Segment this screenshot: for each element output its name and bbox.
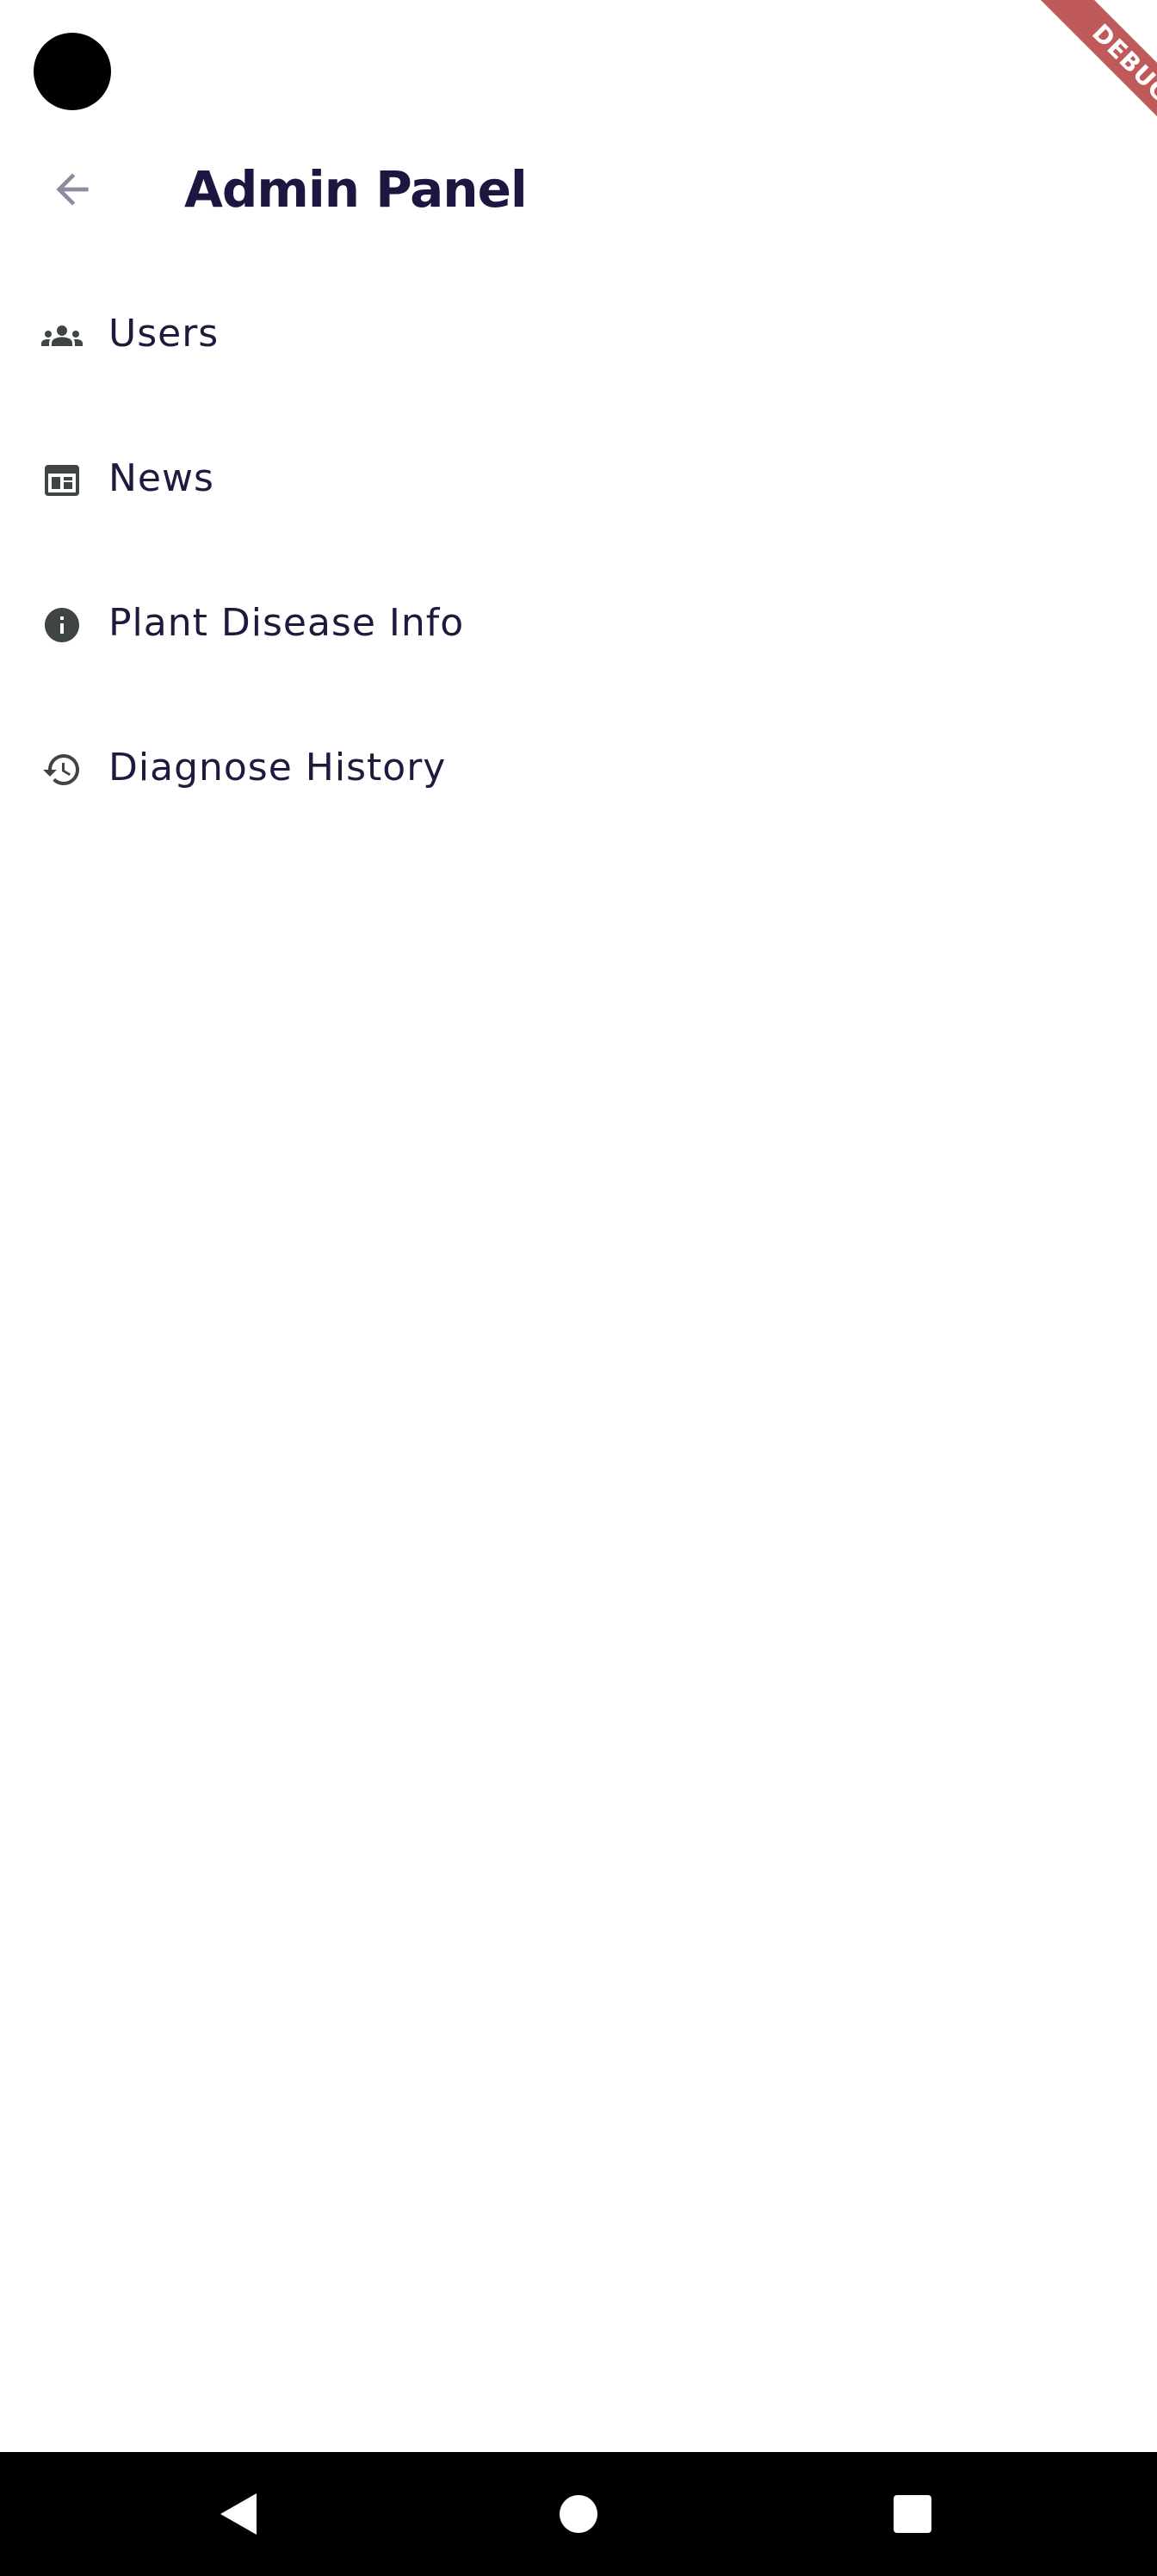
menu-item-diagnose-history[interactable]: Diagnose History bbox=[0, 697, 1157, 842]
back-triangle-icon bbox=[220, 2493, 257, 2535]
system-home-button[interactable] bbox=[535, 2471, 622, 2557]
info-icon bbox=[41, 604, 83, 646]
recents-square-icon bbox=[894, 2495, 931, 2533]
system-recents-button[interactable] bbox=[869, 2471, 956, 2557]
people-icon bbox=[41, 315, 83, 356]
newspaper-icon bbox=[41, 460, 83, 501]
system-navigation-bar bbox=[0, 2452, 1157, 2576]
menu-item-label: Users bbox=[108, 312, 220, 356]
menu-item-plant-disease-info[interactable]: Plant Disease Info bbox=[0, 553, 1157, 697]
page-title: Admin Panel bbox=[184, 160, 528, 219]
camera-cutout bbox=[34, 33, 111, 110]
menu-item-label: Diagnose History bbox=[108, 746, 447, 790]
menu-item-users[interactable]: Users bbox=[0, 263, 1157, 408]
system-back-button[interactable] bbox=[196, 2471, 282, 2557]
menu-item-news[interactable]: News bbox=[0, 408, 1157, 553]
menu-item-label: Plant Disease Info bbox=[108, 601, 465, 645]
home-circle-icon bbox=[560, 2495, 597, 2533]
admin-menu-list: Users News Plant Disease Info Diagnose H… bbox=[0, 263, 1157, 842]
arrow-back-icon bbox=[56, 173, 89, 206]
history-icon bbox=[41, 749, 83, 790]
app-bar: Admin Panel bbox=[0, 138, 1157, 241]
menu-item-label: News bbox=[108, 456, 214, 500]
back-button[interactable] bbox=[31, 148, 114, 231]
